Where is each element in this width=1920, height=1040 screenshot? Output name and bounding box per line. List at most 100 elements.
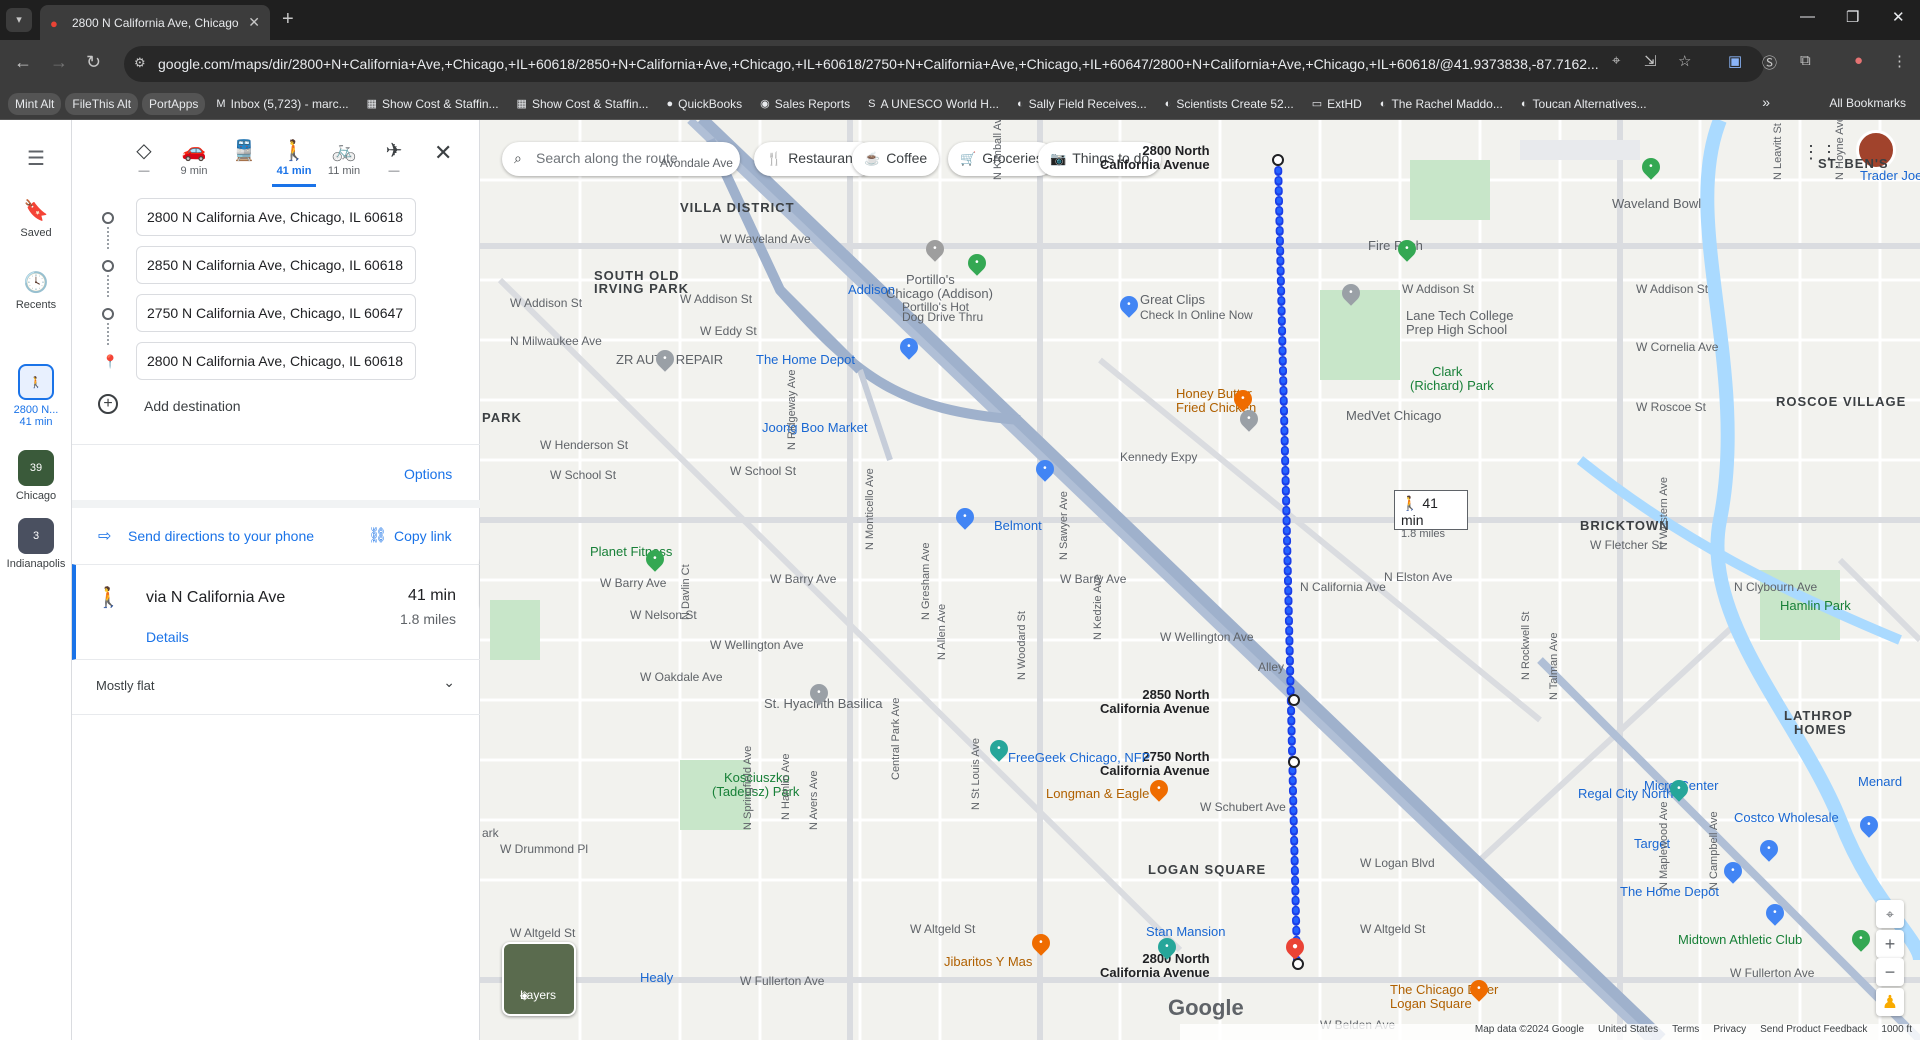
attribution-item[interactable]: Privacy [1713,1024,1746,1040]
extension-s-icon[interactable]: Ⓢ [1762,52,1777,73]
attribution-item[interactable]: Terms [1672,1024,1699,1040]
extensions-puzzle-icon[interactable]: ⧉ [1800,52,1811,69]
close-tab-icon[interactable]: ✕ [248,14,260,31]
map-label-great-clips[interactable]: Great Clips [1140,292,1205,307]
stop-input-3[interactable]: 2750 N California Ave, Chicago, IL 60647 [136,294,416,332]
map-label-healy[interactable]: Healy [640,970,673,985]
map-label-medvet[interactable]: MedVet Chicago [1346,408,1441,423]
chevron-down-icon[interactable]: ⌄ [443,674,455,691]
active-tab[interactable]: ● 2800 N California Ave, Chicago ✕ [40,5,270,40]
tab-search-button[interactable]: ▾ [6,8,32,32]
add-destination-icon[interactable]: + [98,394,118,414]
map-label-longman[interactable]: Longman & Eagle [1046,786,1149,801]
map-label-waveland-bowl[interactable]: Waveland Bowl [1612,196,1701,211]
start-marker[interactable] [1272,154,1284,166]
mode-transit[interactable]: 🚆 [224,138,264,165]
bookmark-item[interactable]: ● QuickBooks [659,93,749,115]
map-label-home-depot[interactable]: The Home Depot [756,352,855,367]
map-label-clark-park2[interactable]: (Richard) Park [1410,378,1494,393]
back-icon[interactable]: ← [14,52,32,73]
map-label-lane-tech[interactable]: Lane Tech College [1406,308,1513,323]
details-link[interactable]: Details [146,629,189,645]
send-to-phone-icon[interactable]: ⇨ [98,526,111,546]
map-label-stan-mansion[interactable]: Stan Mansion [1146,924,1226,939]
send-directions-button[interactable]: Send directions to your phone [128,528,314,544]
stop-input-2[interactable]: 2850 N California Ave, Chicago, IL 60618 [136,246,416,284]
end-marker[interactable] [1292,958,1304,970]
map-label-trader-joes[interactable]: Trader Joe's [1860,168,1920,183]
mode-drive[interactable]: 🚗 9 min [174,138,214,177]
map-label-portillos2[interactable]: Chicago (Addison) [886,286,993,301]
bookmarks-overflow-icon[interactable]: » [1762,94,1770,110]
map-canvas[interactable]: ⌕ Search along the route 🍴 Restaurants ☕ Co… [480,120,1920,1040]
add-destination-button[interactable]: Add destination [144,398,241,414]
close-window-icon[interactable]: ✕ [1892,8,1905,26]
bookmark-item[interactable]: PortApps [142,92,206,115]
options-button[interactable]: Options [404,466,452,482]
map-label-costco[interactable]: Costco Wholesale [1734,810,1839,825]
bookmark-item[interactable]: S A UNESCO World H... [861,93,1006,115]
location-icon[interactable]: ⌖ [1612,52,1620,69]
map-label-hamlin-park[interactable]: Hamlin Park [1780,598,1851,613]
extension-teams-icon[interactable]: ▣ [1728,52,1742,70]
bookmark-item[interactable]: FileThis Alt [65,92,139,115]
map-label-portillos[interactable]: Portillo's [906,272,955,287]
recent-chicago[interactable]: 39 Chicago [0,450,72,502]
pegman-icon[interactable]: ♟ [1876,988,1904,1016]
waypoint-marker[interactable] [1288,694,1300,706]
bookmark-item[interactable]: M Inbox (5,723) - marc... [209,93,355,115]
bookmark-item[interactable]: ◐ The Rachel Maddo... [1373,93,1510,115]
all-bookmarks-button[interactable]: All Bookmarks [1829,96,1906,110]
my-location-button[interactable]: ⌖ [1876,900,1904,928]
bookmark-item[interactable]: ◐ Scientists Create 52... [1158,93,1301,115]
bookmark-item[interactable]: ▦ Show Cost & Staffin... [510,93,656,115]
profile-icon[interactable]: ● [1854,52,1863,69]
bookmark-star-icon[interactable]: ☆ [1678,52,1691,70]
map-label-jibaritos[interactable]: Jibaritos Y Mas [944,954,1032,969]
minimize-icon[interactable]: — [1800,8,1815,25]
close-directions-icon[interactable]: ✕ [434,140,452,166]
attribution-item[interactable]: Send Product Feedback [1760,1024,1867,1040]
recents-button[interactable]: 🕓 Recents [0,270,72,311]
install-icon[interactable]: ⇲ [1644,52,1657,70]
zoom-out-button[interactable]: − [1876,958,1904,986]
mode-bike[interactable]: 🚲 11 min [324,138,364,177]
route-duration-callout[interactable]: 🚶 41 min 1.8 miles [1394,490,1468,540]
bookmark-item[interactable]: ◉ Sales Reports [753,93,857,115]
saved-button[interactable]: 🔖 Saved [0,198,72,239]
bookmark-item[interactable]: Mint Alt [8,92,62,115]
mode-walk[interactable]: 🚶 41 min [272,138,316,187]
menu-kebab-icon[interactable]: ⋮ [1892,52,1907,70]
recent-route[interactable]: 🚶 2800 N... 41 min [0,364,72,428]
restore-icon[interactable]: ❐ [1846,8,1859,26]
waypoint-marker[interactable] [1288,756,1300,768]
map-label-menard[interactable]: Menard [1858,774,1902,789]
map-label-clark-park[interactable]: Clark [1432,364,1462,379]
reload-icon[interactable]: ↻ [86,52,101,73]
map-label-lane-tech2[interactable]: Prep High School [1406,322,1507,337]
map-label-chicago-diner2[interactable]: Logan Square [1390,996,1472,1011]
link-icon[interactable]: ⛓ [368,526,387,544]
bookmark-item[interactable]: ▦ Show Cost & Staffin... [360,93,506,115]
address-bar[interactable]: ⚙ google.com/maps/dir/2800+N+California+… [124,46,1764,82]
menu-button[interactable]: ☰ [0,146,72,175]
bookmark-item[interactable]: ◐ Toucan Alternatives... [1514,93,1654,115]
zoom-in-button[interactable]: + [1876,930,1904,958]
stop-input-1[interactable]: 2800 N California Ave, Chicago, IL 60618 [136,198,416,236]
map-label-midtown[interactable]: Midtown Athletic Club [1678,932,1802,947]
route-option[interactable]: 🚶 via N California Ave 41 min 1.8 miles … [72,564,480,660]
recent-indianapolis[interactable]: 3 Indianapolis [0,518,72,570]
bookmark-item[interactable]: ▭ ExtHD [1305,93,1369,115]
layers-button[interactable]: ◈ Layers [502,942,576,1016]
stop-input-4[interactable]: 2800 N California Ave, Chicago, IL 60618 [136,342,416,380]
chip-coffee[interactable]: ☕ Coffee [852,142,940,176]
map-label-freegeek[interactable]: FreeGeek Chicago, NFP [1008,750,1150,765]
new-tab-button[interactable]: + [282,8,294,31]
map-label-belmont[interactable]: Belmont [994,518,1042,533]
bookmark-item[interactable]: ◐ Sally Field Receives... [1010,93,1154,115]
copy-link-button[interactable]: Copy link [394,528,452,544]
forward-icon[interactable]: → [50,52,68,73]
map-label-joong-boo[interactable]: Joong Boo Market [762,420,868,435]
map-label-addison-station[interactable]: Addison [848,282,895,297]
mode-flight[interactable]: ✈ — [374,138,414,177]
